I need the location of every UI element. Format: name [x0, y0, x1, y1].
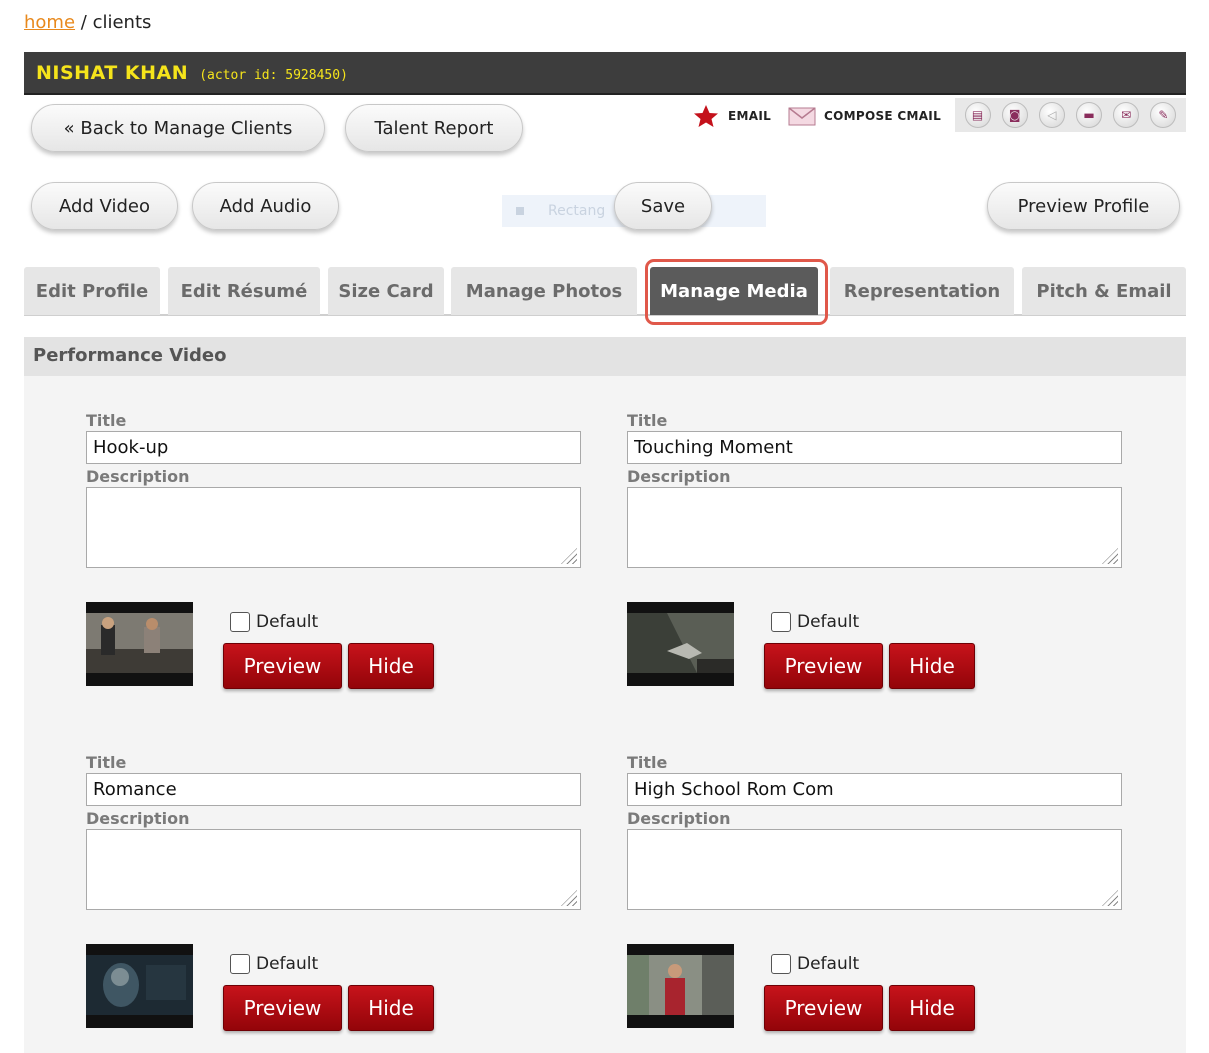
hide-button[interactable]: Hide [889, 643, 975, 689]
video-description-textarea[interactable] [86, 487, 581, 568]
save-button[interactable]: Save [614, 182, 712, 230]
hide-button[interactable]: Hide [348, 985, 434, 1031]
video-thumbnail-image [86, 955, 193, 1015]
default-checkbox[interactable] [230, 954, 250, 974]
title-label: Title [627, 411, 668, 430]
default-checkbox[interactable] [771, 612, 791, 632]
tab-representation[interactable]: Representation [830, 267, 1014, 315]
video-thumbnail[interactable] [627, 944, 734, 1028]
video-card: Title Description Default Preview Hide [86, 411, 586, 689]
talent-report-button[interactable]: Talent Report [345, 104, 523, 152]
resize-grip-icon[interactable] [561, 890, 577, 906]
email-label: EMAIL [728, 109, 772, 123]
tab-size-card[interactable]: Size Card [328, 267, 444, 315]
compose-cmail-label: COMPOSE CMAIL [824, 109, 942, 123]
tab-pitch-email[interactable]: Pitch & Email [1022, 267, 1186, 315]
profile-icon-tray: ▤ ◙ ◁ ▬ ✉ ✎ [955, 98, 1186, 132]
video-card: Title Description Default Preview Hide [627, 753, 1127, 1031]
video-title-input[interactable] [627, 431, 1122, 464]
star-icon [694, 105, 718, 127]
description-label: Description [627, 809, 731, 828]
rectangle-overlay-label: Rectang [548, 203, 606, 219]
hide-button[interactable]: Hide [348, 643, 434, 689]
mail-icon[interactable]: ✉ [1113, 102, 1140, 128]
preview-button[interactable]: Preview [223, 985, 342, 1031]
add-audio-button[interactable]: Add Audio [192, 182, 339, 230]
preview-button[interactable]: Preview [764, 985, 883, 1031]
default-label: Default [256, 612, 319, 632]
compose-cmail-action[interactable]: COMPOSE CMAIL [788, 100, 941, 132]
preview-profile-button[interactable]: Preview Profile [987, 182, 1180, 230]
section-title: Performance Video [24, 337, 1186, 376]
breadcrumb: home / clients [24, 12, 151, 33]
description-label: Description [627, 467, 731, 486]
video-title-input[interactable] [86, 431, 581, 464]
envelope-icon [788, 107, 816, 126]
title-label: Title [86, 753, 127, 772]
preview-button[interactable]: Preview [223, 643, 342, 689]
default-checkbox[interactable] [771, 954, 791, 974]
video-thumbnail[interactable] [86, 602, 193, 686]
hide-button[interactable]: Hide [889, 985, 975, 1031]
video-card: Title Description Default Preview Hide [86, 753, 586, 1031]
default-label: Default [797, 954, 860, 974]
page: home / clients NISHAT KHAN (actor id: 59… [0, 0, 1209, 1053]
breadcrumb-home-link[interactable]: home [24, 12, 75, 33]
camera-icon[interactable]: ◙ [1001, 102, 1028, 128]
video-description-textarea[interactable] [627, 829, 1122, 910]
title-label: Title [86, 411, 127, 430]
video-title-input[interactable] [627, 773, 1122, 806]
title-label: Title [627, 753, 668, 772]
notes-icon[interactable]: ▤ [964, 102, 991, 128]
default-checkbox[interactable] [230, 612, 250, 632]
video-card: Title Description Default Preview Hide [627, 411, 1127, 689]
video-description-textarea[interactable] [627, 487, 1122, 568]
video-description-textarea[interactable] [86, 829, 581, 910]
add-video-button[interactable]: Add Video [31, 182, 178, 230]
back-to-manage-clients-button[interactable]: « Back to Manage Clients [31, 104, 325, 152]
default-option[interactable]: Default [771, 612, 859, 632]
tab-manage-photos[interactable]: Manage Photos [451, 267, 637, 315]
actor-id: (actor id: 5928450) [199, 68, 348, 83]
video-thumbnail[interactable] [86, 944, 193, 1028]
default-label: Default [797, 612, 860, 632]
tab-edit-resume[interactable]: Edit Résumé [168, 267, 320, 315]
default-option[interactable]: Default [230, 612, 318, 632]
default-label: Default [256, 954, 319, 974]
video-thumbnail-image [627, 613, 734, 673]
actor-name-bar: NISHAT KHAN (actor id: 5928450) [24, 52, 1186, 95]
resize-grip-icon[interactable] [1102, 890, 1118, 906]
default-option[interactable]: Default [771, 954, 859, 974]
video-title-input[interactable] [86, 773, 581, 806]
audio-icon[interactable]: ◁ [1038, 102, 1065, 128]
video-thumbnail-image [86, 613, 193, 673]
default-option[interactable]: Default [230, 954, 318, 974]
video-thumbnail[interactable] [627, 602, 734, 686]
resize-grip-icon[interactable] [1102, 548, 1118, 564]
preview-button[interactable]: Preview [764, 643, 883, 689]
edit-icon[interactable]: ✎ [1150, 102, 1177, 128]
breadcrumb-separator: / [80, 12, 87, 33]
email-action[interactable]: EMAIL [692, 100, 771, 132]
description-label: Description [86, 467, 190, 486]
breadcrumb-current: clients [92, 12, 152, 33]
video-thumbnail-image [627, 955, 734, 1015]
tab-manage-media[interactable]: Manage Media [650, 267, 818, 315]
actor-name: NISHAT KHAN [36, 62, 189, 84]
description-label: Description [86, 809, 190, 828]
square-icon [516, 207, 524, 215]
tab-edit-profile[interactable]: Edit Profile [24, 267, 160, 315]
video-icon[interactable]: ▬ [1076, 102, 1103, 128]
resize-grip-icon[interactable] [561, 548, 577, 564]
